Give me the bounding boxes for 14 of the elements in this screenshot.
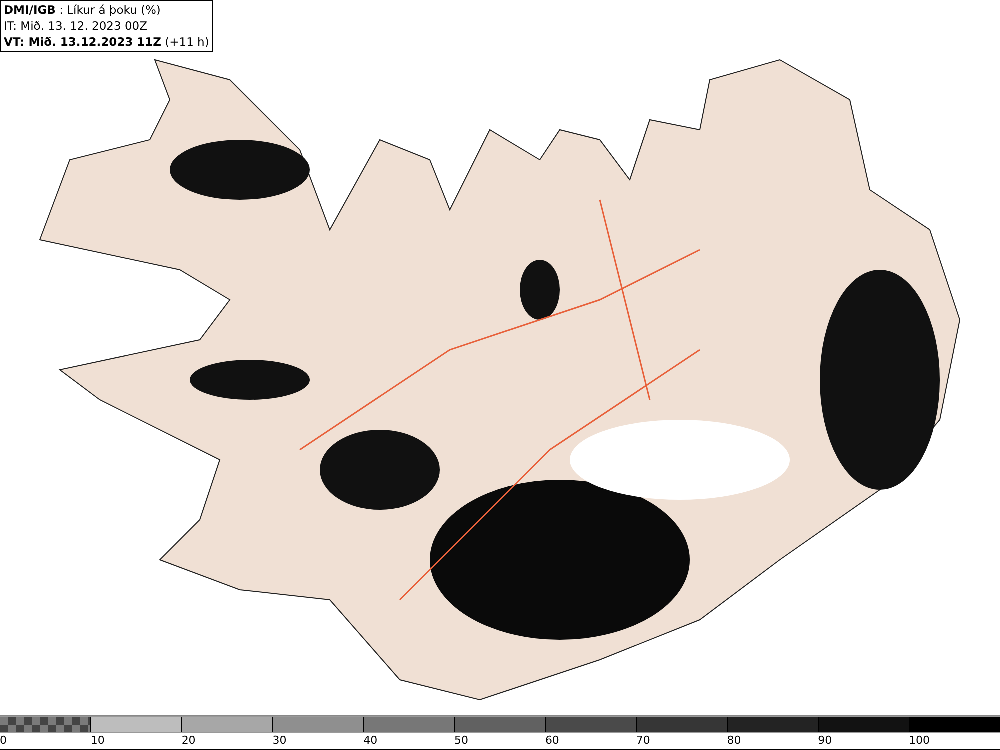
info-line: VT: Mið. 13.12.2023 11Z (+11 h) — [4, 34, 210, 50]
legend-label: 30 — [272, 733, 287, 749]
legend-label: 80 — [727, 733, 742, 749]
legend-label: 40 — [364, 733, 378, 749]
legend-label: 50 — [454, 733, 469, 749]
legend-label: 20 — [182, 733, 196, 749]
legend-label: 90 — [818, 733, 832, 749]
legend-label: 60 — [545, 733, 560, 749]
legend-label: 70 — [636, 733, 650, 749]
info-line: IT: Mið. 13. 12. 2023 00Z — [4, 18, 148, 34]
info-line: DMI/IGB : Líkur á þoku (%) — [4, 2, 162, 18]
legend-label: 0 — [0, 733, 7, 749]
legend-label: 10 — [90, 733, 105, 749]
legend-label: 100 — [909, 733, 930, 749]
